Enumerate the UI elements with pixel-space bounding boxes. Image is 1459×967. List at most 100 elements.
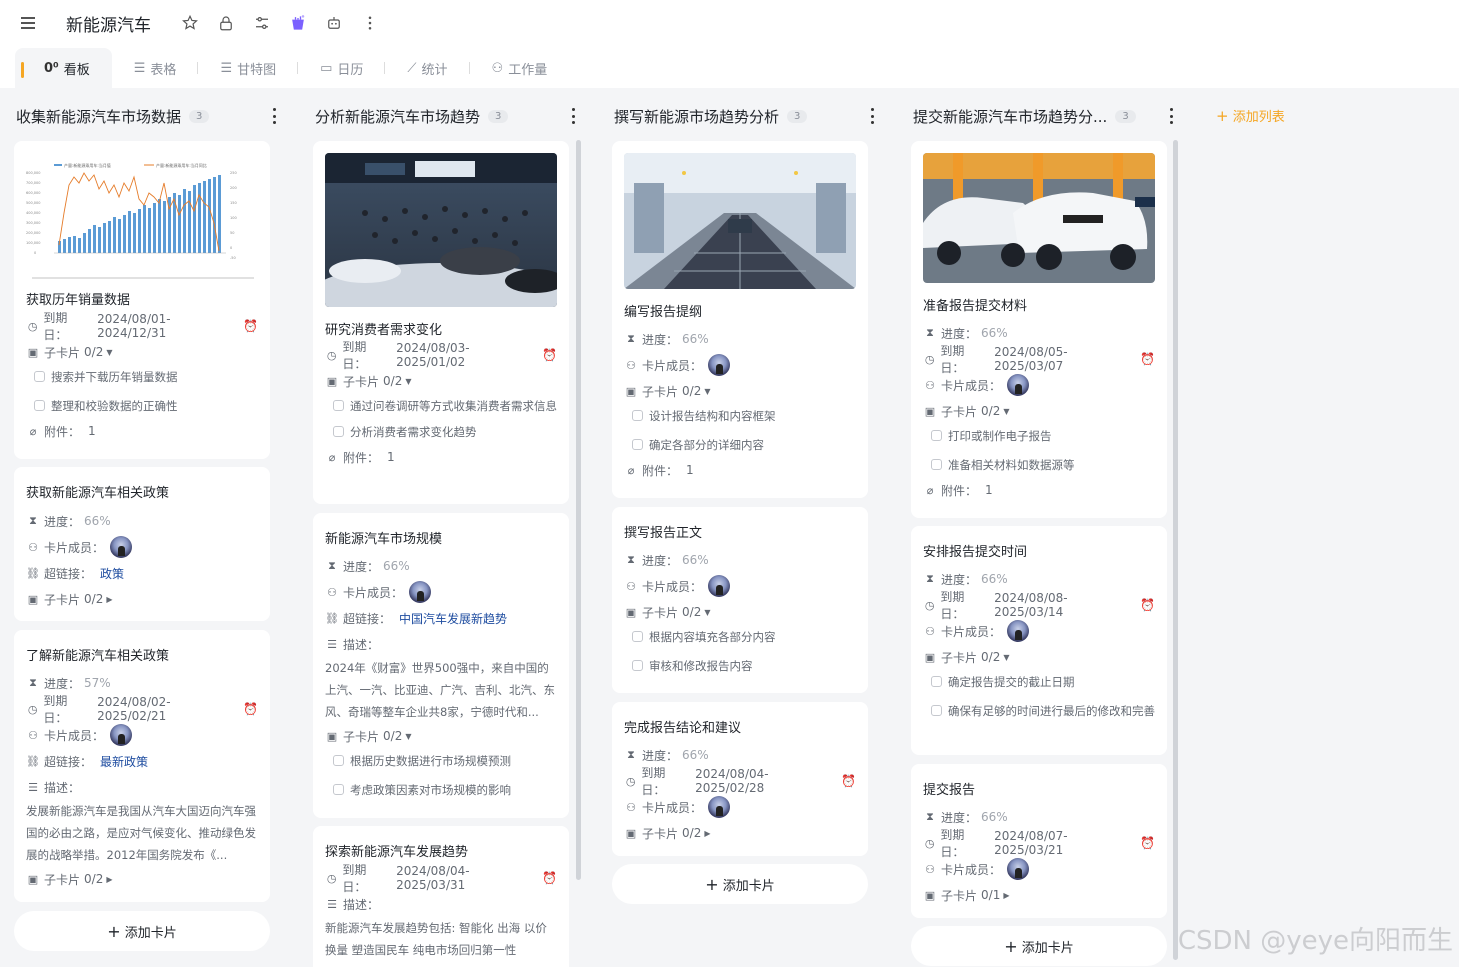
- avatar[interactable]: [1007, 620, 1030, 642]
- checkbox[interactable]: [931, 459, 942, 470]
- filter-settings-icon[interactable]: [251, 12, 273, 34]
- subcard-row[interactable]: ▣ 子卡片 0/2 ▼: [313, 723, 569, 749]
- card[interactable]: 新能源汽车市场规模 ⧗ 进度： 66% ⚇ 卡片成员： ⛓ 超链接： 中国汽车发展新趋势 …: [313, 513, 569, 818]
- add-card-button[interactable]: + 添加卡片: [14, 911, 270, 951]
- column-header[interactable]: 分析新能源汽车市场趋势 3: [313, 88, 578, 144]
- subtask-item[interactable]: 设计报告结构和内容框架: [612, 408, 868, 424]
- avatar[interactable]: [708, 354, 731, 376]
- subtask-item[interactable]: 打印或制作电子报告: [911, 428, 1167, 444]
- attachment-row[interactable]: ⌀ 附件： 1: [14, 418, 270, 444]
- card[interactable]: 了解新能源汽车相关政策 ⧗ 进度： 57% ◷ 到期日： 2024/08/02-2025…: [14, 630, 270, 902]
- subcard-row[interactable]: ▣ 子卡片 0/2 ▼: [313, 368, 569, 394]
- card[interactable]: 编写报告提纲 ⧗ 进度： 66% ⚇ 卡片成员： ▣ 子卡片 0/2 ▼ 设计报告结构和内容…: [612, 141, 868, 498]
- column-header[interactable]: 收集新能源汽车市场数据 3: [14, 88, 279, 144]
- subtask-item[interactable]: 审核和修改报告内容: [612, 658, 868, 674]
- attachment-row[interactable]: ⌀ 附件： 1: [911, 477, 1167, 503]
- card[interactable]: 获取新能源汽车相关政策 ⧗ 进度： 66% ⚇ 卡片成员： ⛓ 超链接： 政策 ▣ 子卡片 0…: [14, 467, 270, 621]
- add-list-button[interactable]: + 添加列表: [1216, 106, 1285, 125]
- card[interactable]: 产量:新能源乘用车:当月值 产量:新能源乘用车:当月同比 800,000 700,…: [14, 141, 270, 459]
- robot-icon[interactable]: [323, 12, 345, 34]
- subtask-item[interactable]: 准备相关材料如数据源等: [911, 457, 1167, 473]
- avatar[interactable]: [1007, 858, 1030, 880]
- tab-kanban[interactable]: 0⁰ 看板: [15, 48, 112, 88]
- subtask-item[interactable]: 确定报告提交的截止日期: [911, 674, 1167, 690]
- subcard-row[interactable]: ▣ 子卡片 0/2 ▶: [14, 586, 270, 612]
- subcard-row[interactable]: ▣ 子卡片 0/2 ▼: [911, 398, 1167, 424]
- attachment-row[interactable]: ⌀ 附件： 1: [313, 444, 569, 470]
- subcard-row[interactable]: ▣ 子卡片 0/2 ▶: [14, 866, 270, 892]
- column-more-icon[interactable]: [566, 108, 580, 124]
- subtask-item[interactable]: 搜索并下载历年销量数据: [14, 369, 270, 385]
- tab-table[interactable]: ☰ 表格: [112, 48, 199, 88]
- subtask-item[interactable]: 通过问卷调研等方式收集消费者需求信息: [313, 398, 569, 414]
- members-row[interactable]: ⚇ 卡片成员：: [911, 372, 1167, 398]
- attachment-row[interactable]: ⌀ 附件： 1: [612, 457, 868, 483]
- column-more-icon[interactable]: [1164, 108, 1178, 124]
- checkbox[interactable]: [931, 430, 942, 441]
- link-row[interactable]: ⛓ 超链接： 政策: [14, 560, 270, 586]
- add-card-button[interactable]: + 添加卡片: [612, 864, 868, 904]
- checkbox[interactable]: [333, 755, 344, 766]
- checkbox[interactable]: [931, 676, 942, 687]
- menu-icon[interactable]: [21, 13, 41, 33]
- subcard-row[interactable]: ▣ 子卡片 0/2 ▼: [14, 339, 270, 365]
- members-row[interactable]: ⚇ 卡片成员：: [612, 794, 868, 820]
- checkbox[interactable]: [34, 371, 45, 382]
- checkbox[interactable]: [931, 705, 942, 716]
- card[interactable]: 安排报告提交时间 ⧗ 进度： 66% ◷ 到期日： 2024/08/08-2025/03…: [911, 526, 1167, 755]
- checkbox[interactable]: [632, 631, 643, 642]
- members-row[interactable]: ⚇ 卡片成员：: [911, 618, 1167, 644]
- subtask-item[interactable]: 分析消费者需求变化趋势: [313, 424, 569, 440]
- subcard-row[interactable]: ▣ 子卡片 0/1 ▶: [911, 882, 1167, 908]
- tab-workload[interactable]: ⚇ 工作量: [470, 48, 570, 88]
- add-card-button[interactable]: + 添加卡片: [911, 926, 1167, 966]
- checkbox[interactable]: [632, 410, 643, 421]
- avatar[interactable]: [708, 575, 731, 597]
- tab-statistics[interactable]: ⟋ 统计: [385, 48, 470, 88]
- hyperlink[interactable]: 最新政策: [100, 753, 148, 770]
- column-scrollbar[interactable]: [576, 140, 581, 880]
- card[interactable]: 撰写报告正文 ⧗ 进度： 66% ⚇ 卡片成员： ▣ 子卡片 0/2 ▼ 根据内容填充各部分…: [612, 507, 868, 693]
- members-row[interactable]: ⚇ 卡片成员：: [911, 856, 1167, 882]
- subtask-item[interactable]: 考虑政策因素对市场规模的影响: [313, 782, 569, 798]
- card[interactable]: 研究消费者需求变化 ◷ 到期日： 2024/08/03-2025/01/02 ⏰ ▣ 子…: [313, 141, 569, 504]
- avatar[interactable]: [409, 581, 432, 603]
- hyperlink[interactable]: 政策: [100, 565, 124, 582]
- checkbox[interactable]: [632, 439, 643, 450]
- link-row[interactable]: ⛓ 超链接： 最新政策: [14, 748, 270, 774]
- card[interactable]: 完成报告结论和建议 ⧗ 进度： 66% ◷ 到期日： 2024/08/04-2025/0…: [612, 702, 868, 856]
- checkbox[interactable]: [632, 660, 643, 671]
- avatar[interactable]: [708, 796, 731, 818]
- subtask-item[interactable]: 整理和校验数据的正确性: [14, 398, 270, 414]
- subcard-row[interactable]: ▣ 子卡片 0/2 ▼: [612, 378, 868, 404]
- link-row[interactable]: ⛓ 超链接： 中国汽车发展新趋势: [313, 605, 569, 631]
- members-row[interactable]: ⚇ 卡片成员：: [14, 722, 270, 748]
- star-icon[interactable]: [179, 12, 201, 34]
- avatar[interactable]: [110, 536, 133, 558]
- column-header[interactable]: 撰写新能源市场趋势分析 3: [612, 88, 877, 144]
- subcard-row[interactable]: ▣ 子卡片 0/2 ▼: [612, 599, 868, 625]
- lock-icon[interactable]: [215, 12, 237, 34]
- subtask-item[interactable]: 根据内容填充各部分内容: [612, 629, 868, 645]
- members-row[interactable]: ⚇ 卡片成员：: [612, 573, 868, 599]
- tab-gantt[interactable]: ☰ 甘特图: [198, 48, 299, 88]
- subtask-item[interactable]: 确定各部分的详细内容: [612, 437, 868, 453]
- card[interactable]: 提交报告 ⧗ 进度： 66% ◷ 到期日： 2024/08/07-2025/03/21 ⏰…: [911, 764, 1167, 918]
- checkbox[interactable]: [333, 784, 344, 795]
- subcard-row[interactable]: ▣ 子卡片 0/2 ▶: [612, 820, 868, 846]
- members-row[interactable]: ⚇ 卡片成员：: [612, 352, 868, 378]
- avatar[interactable]: [110, 724, 133, 746]
- column-more-icon[interactable]: [267, 108, 281, 124]
- hyperlink[interactable]: 中国汽车发展新趋势: [399, 610, 507, 627]
- magic-plugin-icon[interactable]: [287, 12, 309, 34]
- checkbox[interactable]: [333, 400, 344, 411]
- more-vertical-icon[interactable]: [359, 12, 381, 34]
- card[interactable]: 探索新能源汽车发展趋势 ◷ 到期日： 2024/08/04-2025/03/31 ⏰ …: [313, 826, 569, 967]
- column-scrollbar[interactable]: [1173, 140, 1178, 960]
- checkbox[interactable]: [333, 426, 344, 437]
- card[interactable]: 准备报告提交材料 ⧗ 进度： 66% ◷ 到期日： 2024/08/05-2025/03…: [911, 141, 1167, 518]
- checkbox[interactable]: [34, 400, 45, 411]
- column-header[interactable]: 提交新能源汽车市场趋势分... 3: [911, 88, 1176, 144]
- members-row[interactable]: ⚇ 卡片成员：: [313, 579, 569, 605]
- avatar[interactable]: [1007, 374, 1030, 396]
